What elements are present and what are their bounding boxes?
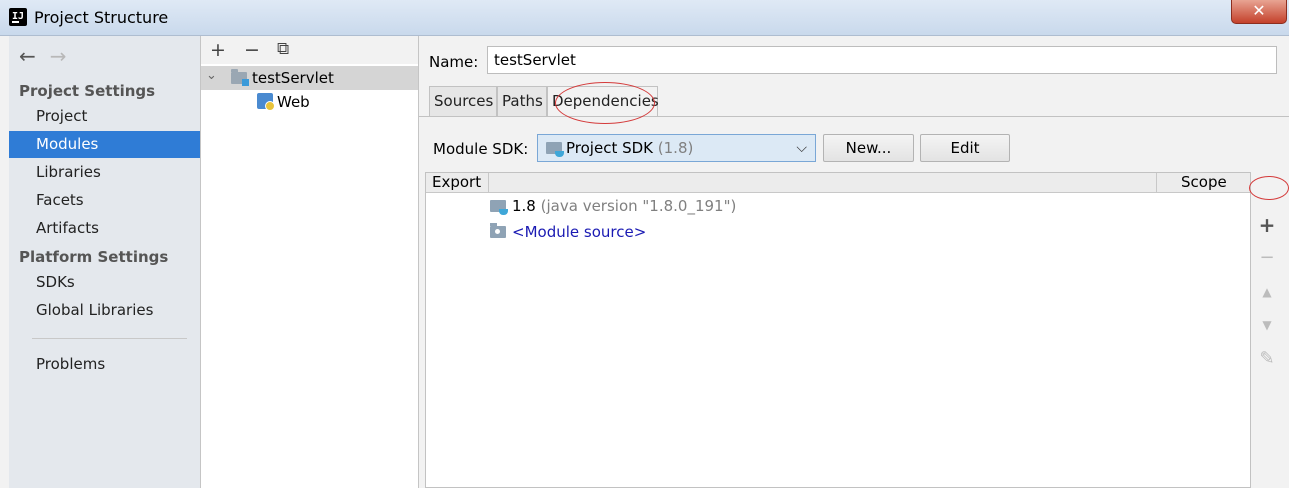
tree-node-web[interactable]: Web <box>201 90 418 114</box>
dependencies-table-header: Export Scope <box>426 173 1250 193</box>
nav-item-global-libraries[interactable]: Global Libraries <box>9 297 200 324</box>
settings-nav: ← → Project Settings Project Modules Libr… <box>9 36 201 488</box>
folder-icon <box>231 66 249 90</box>
move-up-icon[interactable]: ▲ <box>1257 282 1277 302</box>
module-sdk-dropdown[interactable]: Project SDK (1.8) ⌵ <box>537 134 816 162</box>
edit-sdk-button[interactable]: Edit <box>920 134 1010 162</box>
module-tree-pane: + − ⧉ ⌄ testServlet Web <box>201 36 419 488</box>
remove-module-button[interactable]: − <box>244 39 260 61</box>
nav-item-project[interactable]: Project <box>9 103 200 130</box>
edit-icon[interactable]: ✎ <box>1257 349 1277 369</box>
title-bar: IJ Project Structure ✕ <box>0 0 1289 36</box>
module-settings-panel: Name: testServlet Sources Paths Dependen… <box>419 36 1289 488</box>
close-button[interactable]: ✕ <box>1231 0 1287 24</box>
module-sdk-label: Module SDK: <box>433 140 529 158</box>
col-header-export[interactable]: Export <box>432 173 481 192</box>
nav-arrows: ← → <box>19 44 81 68</box>
move-down-icon[interactable]: ▼ <box>1257 315 1277 335</box>
app-icon: IJ <box>9 8 27 26</box>
tab-underline <box>419 116 1289 117</box>
sdk-icon <box>490 200 508 215</box>
add-module-button[interactable]: + <box>210 39 226 61</box>
dependency-row-module-source[interactable]: <Module source> <box>490 221 646 243</box>
sdk-selected-value: Project SDK <box>566 139 653 157</box>
expand-icon[interactable]: ⌄ <box>206 64 217 88</box>
nav-item-problems[interactable]: Problems <box>9 351 200 378</box>
tab-sources[interactable]: Sources <box>429 86 497 116</box>
dependency-detail: (java version "1.8.0_191") <box>540 197 737 215</box>
sdk-icon <box>546 142 564 157</box>
col-header-scope[interactable]: Scope <box>1181 173 1227 192</box>
dependencies-table: Export Scope 1.8 (java version "1.8.0_19… <box>425 172 1251 488</box>
forward-arrow-icon[interactable]: → <box>50 44 67 68</box>
tree-toolbar: + − ⧉ <box>201 36 418 64</box>
copy-icon[interactable]: ⧉ <box>277 39 289 59</box>
web-facet-icon <box>257 90 275 114</box>
nav-item-libraries[interactable]: Libraries <box>9 159 200 186</box>
nav-divider <box>32 338 187 339</box>
dependency-name: 1.8 <box>512 197 536 215</box>
sdk-version: (1.8) <box>657 139 694 157</box>
dependency-name: <Module source> <box>512 223 647 241</box>
add-dependency-button[interactable]: + <box>1257 215 1277 235</box>
chevron-down-icon: ⌵ <box>796 140 807 156</box>
dependency-toolbar: + − ▲ ▼ ✎ <box>1251 172 1283 488</box>
module-name-field[interactable]: testServlet <box>487 46 1277 74</box>
web-facet-name: Web <box>277 93 310 111</box>
project-settings-header: Project Settings <box>19 82 156 100</box>
name-label: Name: <box>429 53 479 71</box>
tab-dependencies[interactable]: Dependencies <box>547 86 659 117</box>
platform-settings-header: Platform Settings <box>19 248 169 266</box>
nav-item-facets[interactable]: Facets <box>9 187 200 214</box>
tab-paths[interactable]: Paths <box>497 86 547 116</box>
module-name: testServlet <box>252 69 334 87</box>
window-title: Project Structure <box>34 8 169 27</box>
remove-dependency-button[interactable]: − <box>1257 248 1277 268</box>
col-divider <box>1156 173 1157 193</box>
nav-item-artifacts[interactable]: Artifacts <box>9 215 200 242</box>
dependency-row-sdk[interactable]: 1.8 (java version "1.8.0_191") <box>490 195 736 217</box>
col-divider <box>488 173 489 193</box>
back-arrow-icon[interactable]: ← <box>19 44 36 68</box>
nav-item-modules[interactable]: Modules <box>9 131 200 158</box>
nav-item-sdks[interactable]: SDKs <box>9 269 200 296</box>
new-sdk-button[interactable]: New... <box>823 134 914 162</box>
tree-node-module[interactable]: ⌄ testServlet <box>201 66 418 90</box>
module-source-icon <box>490 223 506 238</box>
